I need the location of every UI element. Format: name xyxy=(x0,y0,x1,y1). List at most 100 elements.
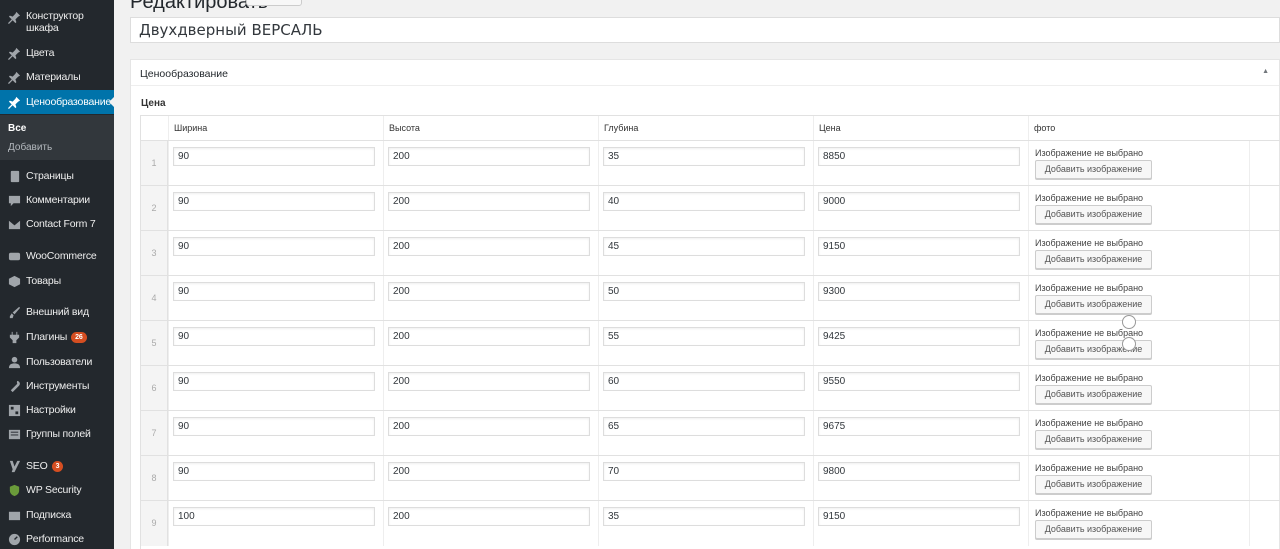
add-image-button[interactable]: Добавить изображение xyxy=(1035,520,1152,539)
price-input[interactable] xyxy=(818,237,1020,256)
table-cell xyxy=(813,321,1028,366)
depth-input[interactable] xyxy=(603,372,805,391)
row-handle[interactable]: 1 xyxy=(141,141,168,186)
height-input[interactable] xyxy=(388,237,590,256)
price-input[interactable] xyxy=(818,282,1020,301)
sidebar-item-18[interactable]: Performance xyxy=(0,532,114,546)
submenu-item-0[interactable]: Все xyxy=(8,123,26,134)
remove-row-circle-icon[interactable] xyxy=(1122,337,1136,351)
sidebar-item-12[interactable]: Инструменты xyxy=(0,379,114,393)
sidebar-item-14[interactable]: Группы полей xyxy=(0,427,114,441)
wrench-icon xyxy=(7,379,21,393)
sidebar-item-0[interactable]: Конструктор шкафа xyxy=(0,10,114,34)
table-cell xyxy=(168,501,383,546)
sidebar-item-1[interactable]: Цвета xyxy=(0,46,114,60)
depth-input[interactable] xyxy=(603,192,805,211)
sidebar-item-11[interactable]: Пользователи xyxy=(0,355,114,369)
depth-input[interactable] xyxy=(603,237,805,256)
shield-icon xyxy=(7,483,21,497)
width-input[interactable] xyxy=(173,462,375,481)
row-handle[interactable]: 7 xyxy=(141,411,168,456)
add-image-button[interactable]: Добавить изображение xyxy=(1035,160,1152,179)
submenu-item-1[interactable]: Добавить xyxy=(8,142,52,153)
sidebar-item-9[interactable]: Внешний вид xyxy=(0,305,114,319)
price-input[interactable] xyxy=(818,192,1020,211)
table-cell xyxy=(168,411,383,456)
price-input[interactable] xyxy=(818,417,1020,436)
sidebar-item-10[interactable]: Плагины 26 xyxy=(0,330,114,344)
sidebar-item-8[interactable]: Товары xyxy=(0,274,114,288)
width-input[interactable] xyxy=(173,192,375,211)
add-image-button[interactable]: Добавить изображение xyxy=(1035,250,1152,269)
sidebar-item-15[interactable]: SEO 3 xyxy=(0,459,114,473)
sidebar-item-7[interactable]: WooCommerce xyxy=(0,249,114,263)
height-input[interactable] xyxy=(388,282,590,301)
sidebar-item-label: Страницы xyxy=(26,170,74,182)
width-input[interactable] xyxy=(173,417,375,436)
sidebar-item-16[interactable]: WP Security xyxy=(0,483,114,497)
post-title-input[interactable] xyxy=(130,17,1280,43)
width-input[interactable] xyxy=(173,372,375,391)
width-input[interactable] xyxy=(173,507,375,526)
no-image-note: Изображение не выбрано xyxy=(1035,463,1144,473)
row-handle[interactable]: 5 xyxy=(141,321,168,366)
add-row-circle-icon[interactable] xyxy=(1122,315,1136,329)
height-input[interactable] xyxy=(388,507,590,526)
sidebar-item-6[interactable]: Contact Form 7 xyxy=(0,217,114,231)
height-input[interactable] xyxy=(388,147,590,166)
sidebar-item-17[interactable]: Подписка xyxy=(0,508,114,522)
row-handle[interactable]: 9 xyxy=(141,501,168,546)
no-image-note: Изображение не выбрано xyxy=(1035,238,1144,248)
sidebar-item-5[interactable]: Комментарии xyxy=(0,193,114,207)
woo-icon xyxy=(7,249,21,263)
table-row: 7 Изображение не выбрано Добавить изображе… xyxy=(141,410,1280,456)
column-header: Цена xyxy=(813,116,1028,140)
depth-input[interactable] xyxy=(603,282,805,301)
depth-input[interactable] xyxy=(603,327,805,346)
sidebar-item-3[interactable]: Ценообразование xyxy=(0,90,114,114)
price-input[interactable] xyxy=(818,507,1020,526)
table-cell xyxy=(168,366,383,411)
price-input[interactable] xyxy=(818,372,1020,391)
collapse-arrow-icon[interactable]: ▲ xyxy=(1262,68,1269,75)
width-input[interactable] xyxy=(173,327,375,346)
price-input[interactable] xyxy=(818,147,1020,166)
height-input[interactable] xyxy=(388,327,590,346)
height-input[interactable] xyxy=(388,192,590,211)
row-handle[interactable]: 3 xyxy=(141,231,168,276)
depth-input[interactable] xyxy=(603,147,805,166)
width-input[interactable] xyxy=(173,282,375,301)
photo-cell: Изображение не выбрано Добавить изображен… xyxy=(1028,186,1249,231)
sidebar-item-4[interactable]: Страницы xyxy=(0,169,114,183)
table-cell xyxy=(383,276,598,321)
depth-input[interactable] xyxy=(603,507,805,526)
sidebar-item-13[interactable]: Настройки xyxy=(0,403,114,417)
height-input[interactable] xyxy=(388,417,590,436)
depth-input[interactable] xyxy=(603,417,805,436)
width-input[interactable] xyxy=(173,237,375,256)
sidebar-item-2[interactable]: Материалы xyxy=(0,70,114,84)
row-handle[interactable]: 2 xyxy=(141,186,168,231)
height-input[interactable] xyxy=(388,462,590,481)
sidebar-item-label: Настройки xyxy=(26,404,76,416)
depth-input[interactable] xyxy=(603,462,805,481)
add-image-button[interactable]: Добавить изображение xyxy=(1035,475,1152,494)
postbox-header[interactable]: Ценообразование ▲ xyxy=(131,60,1279,86)
row-handle[interactable]: 4 xyxy=(141,276,168,321)
photo-cell: Изображение не выбрано Добавить изображен… xyxy=(1028,321,1249,366)
price-input[interactable] xyxy=(818,327,1020,346)
add-image-button[interactable]: Добавить изображение xyxy=(1035,385,1152,404)
row-handle[interactable]: 8 xyxy=(141,456,168,501)
add-image-button[interactable]: Добавить изображение xyxy=(1035,430,1152,449)
add-image-button[interactable]: Добавить изображение xyxy=(1035,205,1152,224)
height-input[interactable] xyxy=(388,372,590,391)
add-image-button[interactable]: Добавить изображение xyxy=(1035,295,1152,314)
no-image-note: Изображение не выбрано xyxy=(1035,148,1144,158)
table-cell xyxy=(383,141,598,186)
row-handle[interactable]: 6 xyxy=(141,366,168,411)
table-cell xyxy=(383,501,598,546)
price-input[interactable] xyxy=(818,462,1020,481)
width-input[interactable] xyxy=(173,147,375,166)
sidebar-item-label: Плагины xyxy=(26,331,68,343)
add-new-button[interactable] xyxy=(246,0,302,6)
